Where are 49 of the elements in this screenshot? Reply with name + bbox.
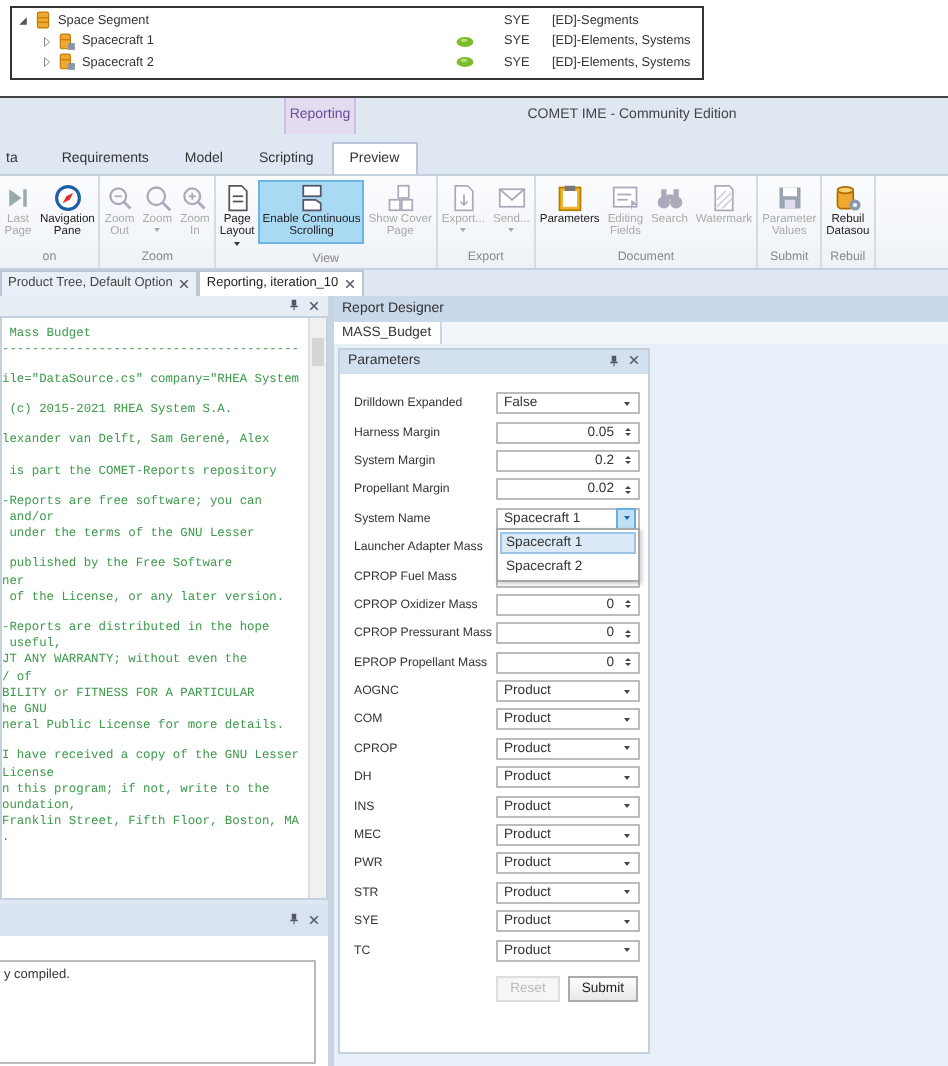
watermark-icon	[709, 183, 738, 211]
pages-icon	[386, 183, 415, 211]
caret-icon	[622, 744, 632, 753]
clipboard-icon	[555, 183, 584, 211]
page-icon	[223, 183, 252, 211]
stacked-pages-icon	[297, 183, 326, 211]
barrel-with-badge-icon	[58, 31, 76, 52]
caret-icon	[506, 226, 517, 235]
save-icon	[775, 183, 804, 211]
caret-icon	[622, 715, 632, 724]
close-icon	[344, 277, 357, 289]
dropdown-toggle[interactable]	[616, 507, 636, 530]
caret-icon	[622, 399, 632, 408]
caret-icon	[622, 946, 632, 955]
close-icon	[178, 277, 191, 289]
pin-icon	[288, 912, 300, 926]
caret-icon	[622, 687, 632, 696]
code-editor[interactable]	[0, 315, 328, 899]
zoom-icon	[143, 183, 172, 211]
export-icon	[449, 183, 478, 211]
pin-icon	[288, 298, 300, 312]
caret-icon	[622, 773, 632, 782]
close-icon	[308, 913, 320, 925]
barrel-with-badge-icon	[58, 52, 76, 73]
binoculars-icon	[655, 183, 684, 211]
caret-icon	[622, 802, 632, 811]
scrollbar[interactable]	[308, 317, 326, 897]
caret-icon	[621, 514, 631, 523]
expanded-arrow-icon	[18, 15, 28, 26]
zoom-out-icon	[105, 183, 134, 211]
barrel-icon	[34, 10, 52, 31]
caret-icon	[232, 239, 243, 248]
pin-icon	[608, 354, 620, 368]
status-pill-icon	[456, 56, 474, 69]
caret-icon	[622, 888, 632, 897]
last-page-icon	[4, 183, 32, 211]
caret-icon	[622, 831, 632, 840]
database-icon	[833, 183, 862, 211]
close-icon	[308, 299, 320, 311]
compass-icon	[53, 183, 82, 211]
status-pill-icon	[456, 35, 474, 48]
zoom-in-icon	[180, 183, 209, 211]
envelope-icon	[497, 183, 526, 211]
form-icon	[611, 183, 640, 211]
close-icon	[628, 354, 640, 366]
caret-icon	[622, 859, 632, 868]
caret-icon	[152, 226, 163, 235]
caret-icon	[458, 226, 469, 235]
caret-icon	[622, 917, 632, 926]
